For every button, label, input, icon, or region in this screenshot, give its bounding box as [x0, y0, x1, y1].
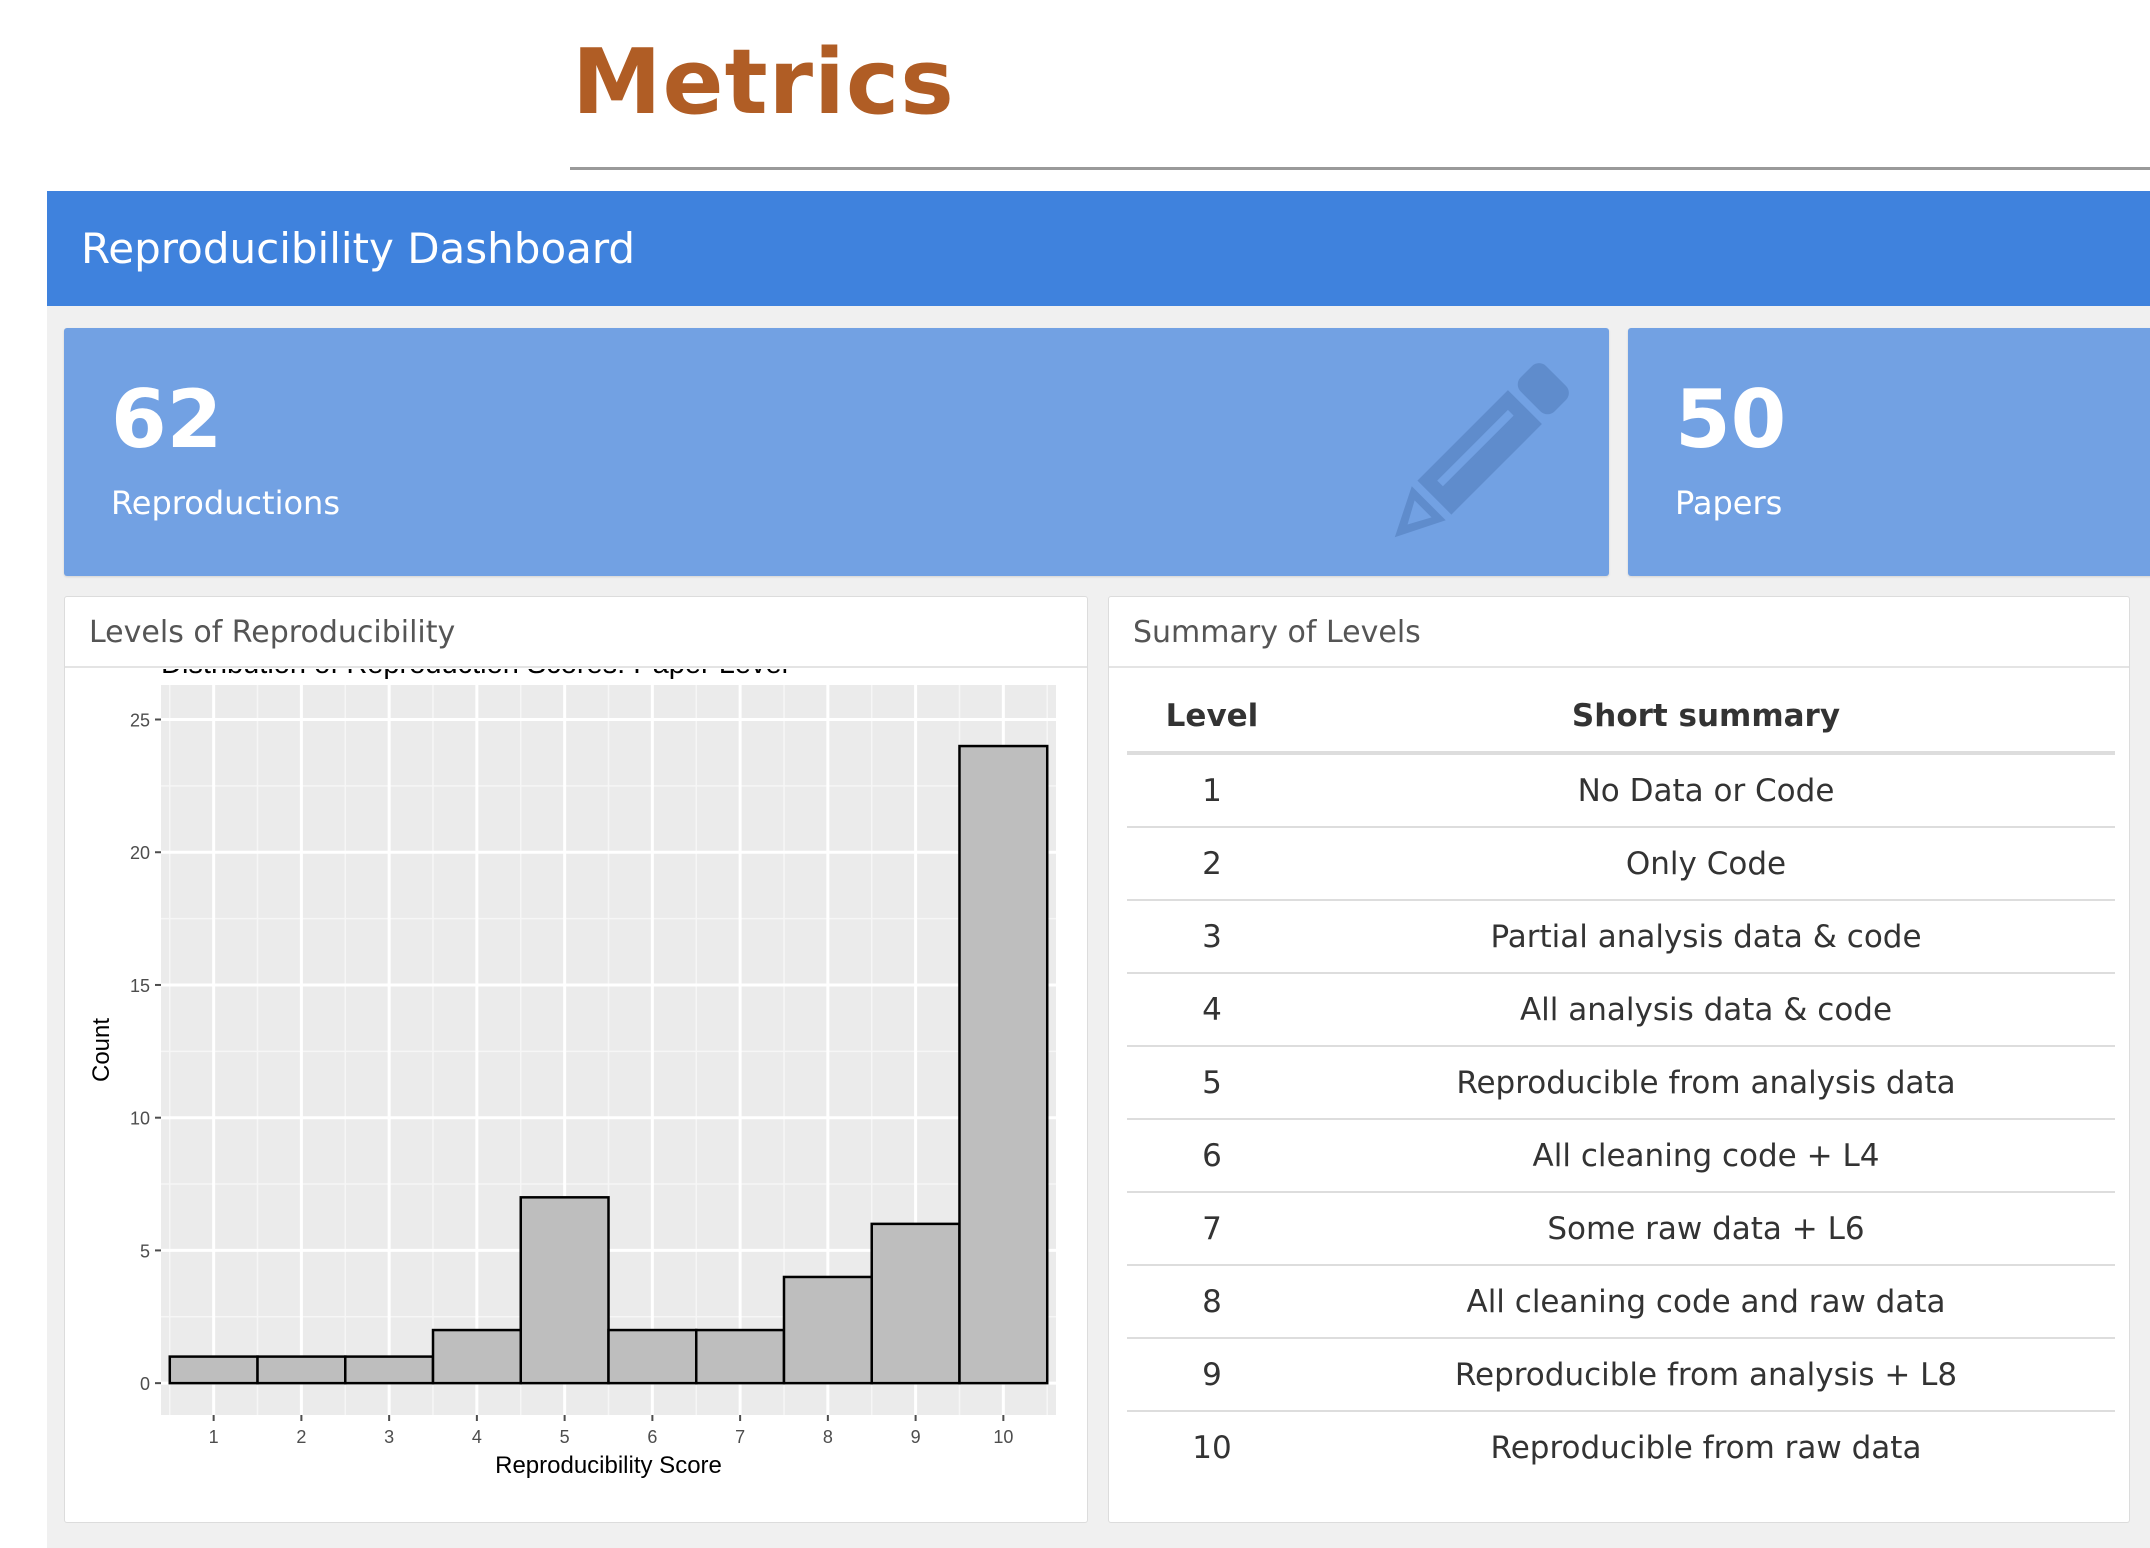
levels-panel-title: Levels of Reproducibility: [89, 615, 456, 650]
table-row: 4 All analysis data & code: [1127, 973, 2115, 1047]
papers-value-box: 50 Papers: [1628, 328, 2150, 576]
x-tick-label: 5: [560, 1427, 570, 1447]
table-row: 3 Partial analysis data & code: [1127, 900, 2115, 974]
level-cell: 3: [1127, 900, 1297, 974]
x-tick-label: 9: [911, 1427, 921, 1447]
summary-panel: Summary of Levels Level Short summary 1N…: [1108, 596, 2130, 1523]
level-column-header: Level: [1127, 681, 1297, 755]
dashboard-title: Reproducibility Dashboard: [81, 224, 636, 273]
level-cell: 9: [1127, 1338, 1297, 1412]
level-cell: 4: [1127, 973, 1297, 1047]
summary-table: Level Short summary 1 No Data or Code 2 On…: [1127, 681, 2115, 1483]
x-tick-label: 6: [647, 1427, 657, 1447]
y-tick-label: 25: [130, 711, 150, 731]
x-tick-label: 3: [384, 1427, 394, 1447]
levels-panel-header: Levels of Reproducibility: [65, 597, 1087, 668]
summary-cell: Some raw data + L6: [1297, 1192, 2115, 1266]
histogram-bar: [431, 1328, 523, 1385]
table-row: 6 All cleaning code + L4: [1127, 1119, 2115, 1193]
histogram-bar: [256, 1355, 347, 1385]
histogram-bar: [694, 1328, 786, 1385]
summary-cell: Only Code: [1297, 827, 2115, 901]
table-row: 2 Only Code: [1127, 827, 2115, 901]
x-tick-label: 7: [735, 1427, 745, 1447]
x-tick-label: 1: [209, 1427, 219, 1447]
title-divider: [570, 167, 2150, 170]
dashboard-header: Reproducibility Dashboard: [47, 191, 2150, 306]
table-row: 7 Some raw data + L6: [1127, 1192, 2115, 1266]
table-row: 9 Reproducible from analysis + L8: [1127, 1338, 2115, 1412]
summary-cell: Reproducible from raw data: [1490, 1429, 1922, 1466]
table-header-row: Level Short summary: [1127, 681, 2115, 755]
summary-cell: All analysis data & code: [1297, 973, 2115, 1047]
x-axis-label: Reproducibility Score: [495, 1452, 722, 1479]
x-tick-label: 4: [472, 1427, 482, 1447]
x-tick-label: 10: [993, 1427, 1013, 1447]
x-tick-label: 2: [296, 1427, 306, 1447]
level-cell: 2: [1127, 827, 1297, 901]
summary-cell: All cleaning code + L4: [1297, 1119, 2115, 1193]
summary-cell: Reproducible from analysis + L8: [1297, 1338, 2115, 1412]
level-cell: 8: [1127, 1265, 1297, 1339]
y-tick-label: 0: [140, 1374, 150, 1394]
histogram-bar: [782, 1275, 873, 1385]
histogram-bar: [168, 1355, 259, 1385]
x-tick-label: 8: [823, 1427, 833, 1447]
reproductions-count: 62: [111, 373, 223, 466]
level-cell: 5: [1127, 1046, 1297, 1120]
table-row: 10 Reproducible from raw data: [1127, 1411, 2115, 1483]
summary-column-header: Short summary: [1297, 681, 2115, 755]
summary-panel-header: Summary of Levels: [1109, 597, 2129, 668]
level-cell: 1: [1127, 753, 1297, 828]
reproductions-label: Reproductions: [111, 484, 340, 522]
table-row: 5 Reproducible from analysis data: [1127, 1046, 2115, 1120]
reproduction-score-histogram: Distribution of Reproduction Scores: Pap…: [88, 669, 1056, 1479]
summary-cell: All cleaning code and raw data: [1297, 1265, 2115, 1339]
summary-cell: No Data or Code: [1297, 753, 2115, 828]
level-cell: 7: [1127, 1192, 1297, 1266]
level-cell: 6: [1127, 1119, 1297, 1193]
y-tick-label: 20: [130, 843, 150, 863]
chart-title: Distribution of Reproduction Scores: Pap…: [161, 669, 788, 680]
papers-label: Papers: [1675, 484, 1783, 522]
summary-cell: Reproducible from analysis data: [1297, 1046, 2115, 1120]
reproductions-value-box: 62 Reproductions: [64, 328, 1609, 576]
pencil-icon: [1394, 363, 1569, 538]
histogram-bar: [344, 1355, 435, 1385]
table-row: 1 No Data or Code: [1127, 753, 2115, 828]
y-tick-label: 5: [140, 1241, 150, 1261]
y-axis-label: Count: [88, 1018, 115, 1082]
histogram-bar: [607, 1328, 698, 1385]
histogram-bar: [519, 1196, 610, 1385]
level-cell: 10: [1192, 1429, 1232, 1466]
y-tick-label: 10: [130, 1109, 150, 1129]
page-title: Metrics: [572, 30, 955, 135]
levels-panel: Levels of Reproducibility Distribution o…: [64, 596, 1088, 1523]
summary-cell: Partial analysis data & code: [1297, 900, 2115, 974]
histogram-bar: [958, 744, 1049, 1385]
table-row: 8 All cleaning code and raw data: [1127, 1265, 2115, 1339]
histogram-bar: [870, 1222, 961, 1385]
papers-count: 50: [1675, 373, 1787, 466]
y-tick-label: 15: [130, 976, 150, 996]
summary-panel-title: Summary of Levels: [1133, 615, 1421, 650]
